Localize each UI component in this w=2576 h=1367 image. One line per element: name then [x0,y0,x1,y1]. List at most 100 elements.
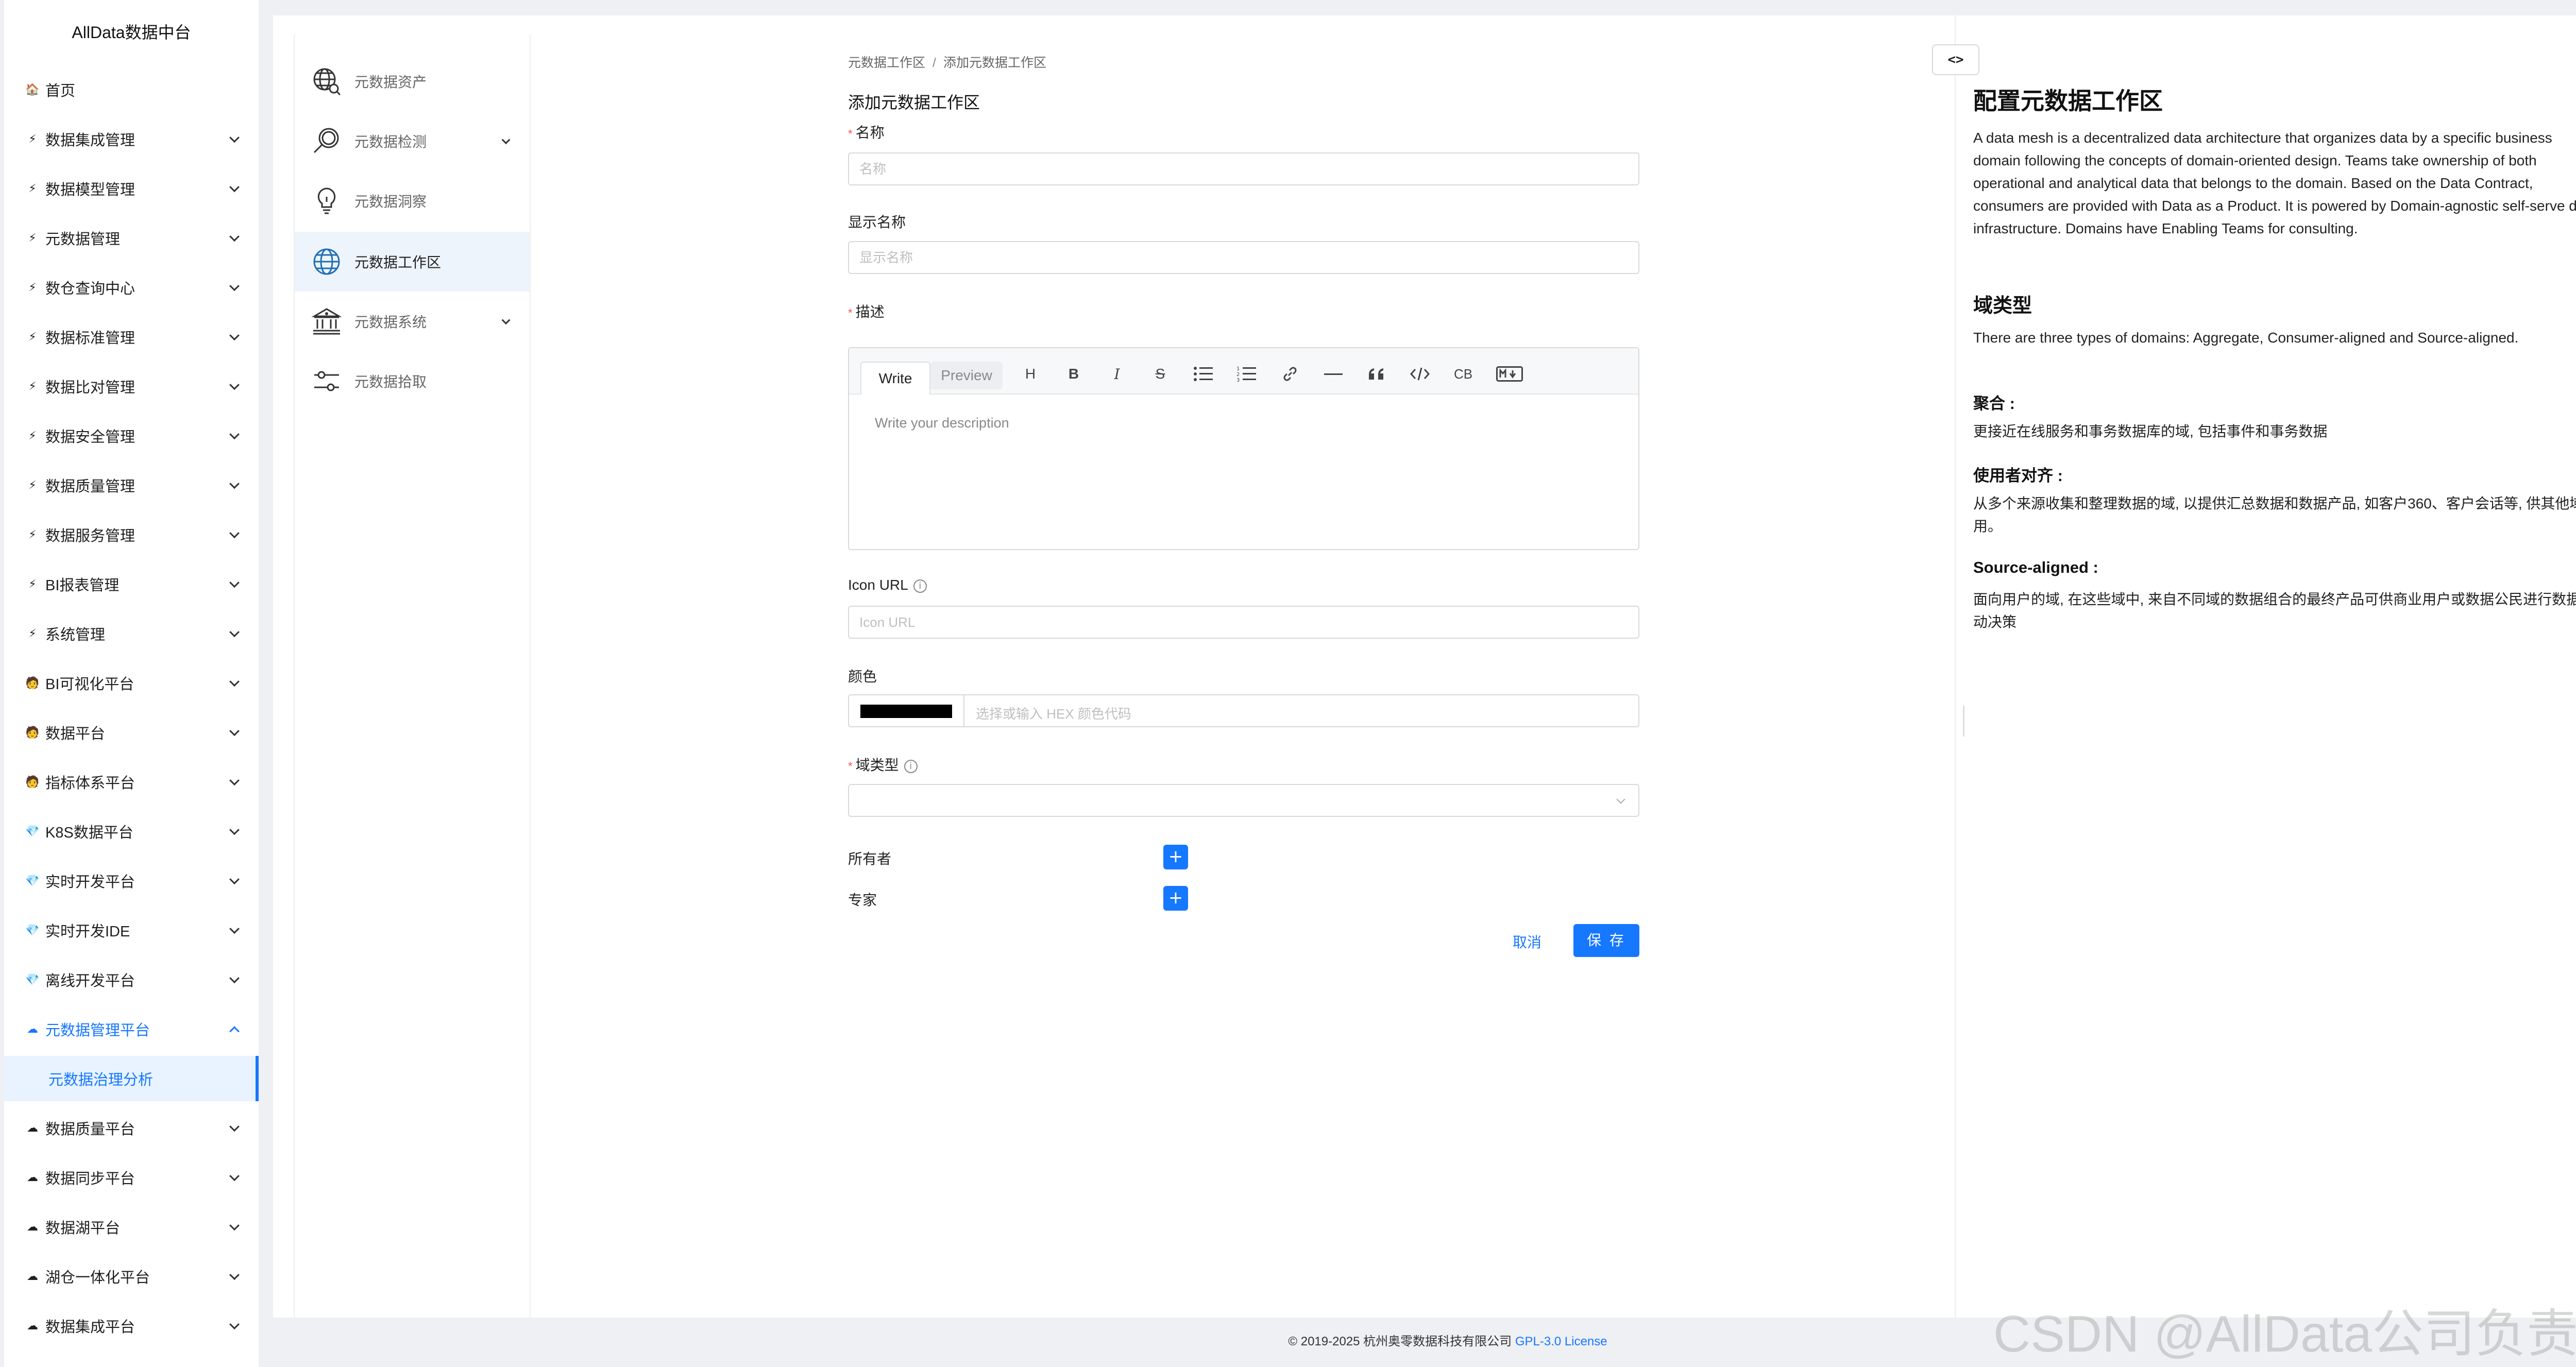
subnav-item-label: 元数据工作区 [354,254,442,270]
color-label: 颜色 [848,669,877,685]
person-icon: 🧑 [25,676,40,689]
aggregate-heading: 聚合 : [1973,395,2015,413]
sidebar-item[interactable]: ⚡ 元数据管理 [4,215,259,261]
strikethrough-icon[interactable]: S [1149,363,1172,385]
sidebar-item-label: 数据同步平台 [45,1171,135,1187]
cancel-button[interactable]: 取消 [1502,927,1552,958]
bold-icon[interactable]: B [1062,363,1085,385]
preview-tab[interactable]: Preview [930,362,1003,389]
lightning-icon: ⚡ [28,330,37,343]
sidebar-item-label: 元数据治理分析 [48,1072,154,1088]
icon-url-input[interactable] [848,606,1639,639]
subnav-item[interactable]: 元数据工作区 [295,232,530,292]
numbered-list-icon[interactable]: 123 [1235,363,1258,385]
chevron-up-icon [229,1026,240,1037]
heading-icon[interactable]: H [1019,363,1042,385]
code-toggle-button[interactable]: <> [1932,44,1979,75]
subnav-item[interactable]: 元数据洞察 [295,171,530,231]
chevron-down-icon [229,479,240,489]
sidebar-item[interactable]: ⚡ 数据安全管理 [4,413,259,458]
sidebar-item[interactable]: ⚡ 数据集成管理 [4,116,259,162]
sidebar-item[interactable]: 🧑 数据平台 [4,710,259,755]
color-divider [963,695,964,726]
info-icon[interactable]: i [913,579,927,593]
svg-text:3: 3 [1236,378,1240,383]
sidebar-item[interactable]: 🏠 首页 [4,67,259,112]
italic-icon[interactable]: I [1106,363,1128,385]
cloud-icon: ☁ [27,1220,38,1233]
sidebar-item[interactable]: ⚡ 数据质量管理 [4,463,259,508]
breadcrumb-parent[interactable]: 元数据工作区 [848,56,925,70]
lightning-icon: ⚡ [28,627,37,640]
subnav-item-label: 元数据拾取 [354,374,427,390]
license-link[interactable]: GPL-3.0 License [1515,1335,1607,1348]
chevron-down-icon [229,924,240,934]
sidebar-item[interactable]: 💎 实时开发IDE [4,908,259,953]
quote-icon[interactable] [1365,363,1388,385]
write-tab[interactable]: Write [860,362,930,395]
add-expert-button[interactable]: + [1163,886,1188,911]
subnav-item[interactable]: 元数据系统 [295,292,530,351]
sidebar-item[interactable]: ⚡ 数据模型管理 [4,166,259,211]
chevron-down-icon [229,577,240,588]
sidebar-item[interactable]: ⚡ 数据标准管理 [4,314,259,360]
color-hex-input[interactable]: 选择或输入 HEX 颜色代码 [976,704,1131,723]
name-input[interactable] [848,152,1639,185]
chevron-down-icon [229,1220,240,1231]
panel-resize-handle[interactable] [1963,706,1964,737]
display-name-input[interactable] [848,241,1639,274]
gem-icon: 💎 [25,874,40,887]
subnav-item-label: 元数据资产 [354,74,427,90]
gem-icon: 💎 [25,973,40,986]
sidebar-item[interactable]: ☁ 数据集成平台 [4,1303,259,1348]
lightning-icon: ⚡ [28,429,37,442]
sidebar-item-label: 数据安全管理 [45,429,135,446]
sidebar-item[interactable]: ☁ 数据湖平台 [4,1204,259,1250]
sidebar-item-label: 数据模型管理 [45,182,135,198]
code-icon[interactable] [1409,363,1431,385]
domain-type-label: 域类型 i [848,754,918,775]
sidebar-item-label: 数据集成平台 [45,1319,135,1336]
horizontal-rule-icon[interactable] [1322,363,1345,385]
subnav-item[interactable]: 元数据拾取 [295,351,530,411]
metadata-subnav: 元数据资产元数据检测元数据洞察元数据工作区元数据系统元数据拾取 [294,34,531,1318]
bullet-list-icon[interactable] [1192,363,1215,385]
sidebar-item[interactable]: ☁ 湖仓一体化平台 [4,1254,259,1299]
sidebar-item[interactable]: ☁ 数据同步平台 [4,1155,259,1200]
sidebar-item[interactable]: 💎 K8S数据平台 [4,809,259,854]
bank-icon [310,305,343,338]
link-icon[interactable] [1279,363,1301,385]
sidebar-item-label: 数据标准管理 [45,330,135,347]
sidebar-item[interactable]: ⚡ BI报表管理 [4,561,259,607]
code-block-icon[interactable]: CB [1452,363,1475,385]
editor-toolbar: Write Preview H B I S 123 CB [849,348,1638,395]
sidebar-item[interactable]: 💎 离线开发平台 [4,957,259,1002]
breadcrumb: 元数据工作区 / 添加元数据工作区 [848,53,1046,71]
sidebar-item[interactable]: ⚡ 数仓查询中心 [4,265,259,310]
description-label: 描述 [848,301,885,321]
chevron-down-icon [229,528,240,539]
sidebar-item[interactable]: ⚡ 数据服务管理 [4,512,259,557]
sidebar-item[interactable]: ⚡ 数据比对管理 [4,364,259,409]
domain-type-select[interactable] [848,784,1639,817]
add-owner-button[interactable]: + [1163,845,1188,869]
description-textarea[interactable]: Write your description [875,415,1009,431]
sidebar-item[interactable]: ⚡ 系统管理 [4,611,259,656]
save-button[interactable]: 保 存 [1573,924,1639,957]
globe-search-icon [310,65,343,98]
sidebar-item-label: 元数据管理平台 [45,1022,150,1039]
sidebar-item[interactable]: ☁ 数据质量平台 [4,1105,259,1151]
sidebar-item[interactable]: ☁ 元数据管理平台 [4,1006,259,1052]
chevron-down-icon [229,627,240,638]
sidebar-item[interactable]: 🧑 指标体系平台 [4,759,259,805]
main-content: 元数据资产 元数据检测 元数据洞察 元数据工作区 元数据系统 元数据拾取 元数据工作区 / 添… [273,15,2576,1318]
subnav-item-label: 元数据洞察 [354,194,427,210]
subnav-item[interactable]: 元数据资产 [295,52,530,111]
markdown-icon[interactable] [1495,363,1524,385]
subnav-item[interactable]: 元数据检测 [295,111,530,171]
sidebar-subitem[interactable]: 元数据治理分析 [4,1056,259,1101]
sidebar-item[interactable]: 💎 实时开发平台 [4,858,259,903]
color-swatch[interactable] [860,705,952,718]
info-icon[interactable]: i [904,759,918,773]
sidebar-item[interactable]: 🧑 BI可视化平台 [4,660,259,706]
